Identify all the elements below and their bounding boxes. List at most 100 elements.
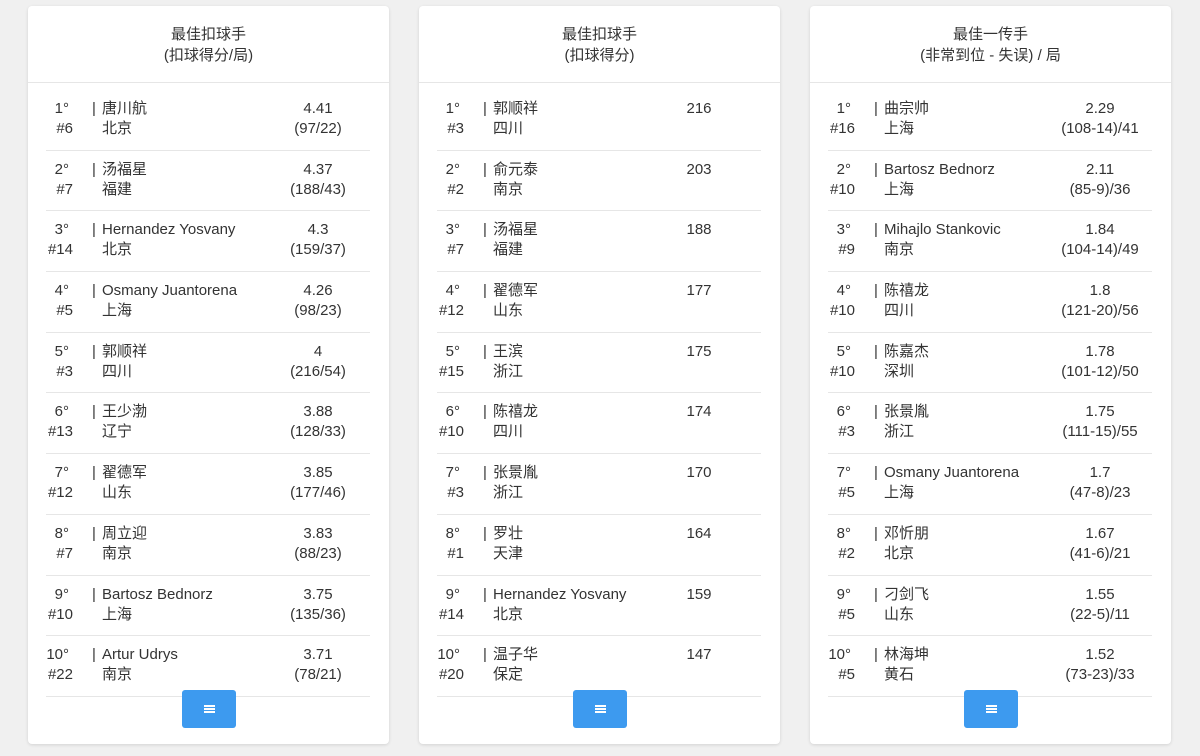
jersey-number: #16: [829, 120, 855, 137]
team-city: 深圳: [884, 362, 915, 380]
player-name: 王滨: [493, 342, 524, 360]
ranking-row[interactable]: 8° #1 | 罗壮 天津 164: [437, 515, 761, 576]
menu-lines-icon: [203, 704, 215, 714]
rank: 1°: [54, 100, 69, 117]
ranking-row[interactable]: 4° #12 | 翟德军 山东 177: [437, 272, 761, 333]
stat-detail: (88/23): [294, 544, 342, 562]
rank: 3°: [54, 221, 69, 239]
stat-value: 4.3: [307, 221, 329, 239]
more-button[interactable]: [573, 690, 627, 728]
ranking-row[interactable]: 3° #14 | Hernandez Yosvany 北京 4.3 (159/37): [46, 211, 370, 273]
card-title: 最佳扣球手: [561, 26, 637, 43]
rank: 5°: [54, 342, 69, 360]
separator: |: [483, 100, 487, 117]
leaderboard-card: 最佳一传手 (非常到位 - 失误) / 局 1° #16 | 曲宗帅 上海 2.29 (108-…: [810, 6, 1171, 744]
ranking-row[interactable]: 7° #12 | 翟德军 山东 3.85 (177/46): [46, 454, 370, 515]
jersey-number: #10: [829, 302, 855, 320]
card-header: 最佳扣球手 (扣球得分): [419, 6, 780, 83]
ranking-row[interactable]: 2° #10 | Bartosz Bednorz 上海 2.11 (85-9)/36: [828, 151, 1152, 212]
card-subtitle: (非常到位 - 失误) / 局: [920, 47, 1061, 64]
jersey-number: #22: [47, 666, 73, 684]
ranking-row[interactable]: 7° #3 | 张景胤 浙江 170: [437, 454, 761, 515]
ranking-row[interactable]: 4° #5 | Osmany Juantorena 上海 4.26 (98/23): [46, 272, 370, 333]
rank: 4°: [836, 282, 851, 300]
player-name: 刁剑飞: [884, 585, 930, 603]
stat-detail: (108-14)/41: [1061, 120, 1139, 137]
separator: |: [483, 585, 487, 603]
jersey-number: #13: [47, 423, 73, 441]
team-city: 天津: [493, 544, 524, 562]
rank: 4°: [54, 282, 69, 300]
ranking-row[interactable]: 3° #7 | 汤福星 福建 188: [437, 211, 761, 273]
separator: |: [483, 160, 487, 178]
ranking-row[interactable]: 9° #5 | 刁剑飞 山东 1.55 (22-5)/11: [828, 576, 1152, 637]
ranking-row[interactable]: 8° #2 | 邓忻朋 北京 1.67 (41-6)/21: [828, 515, 1152, 576]
stat-value: 3.71: [303, 646, 333, 664]
ranking-row[interactable]: 10° #22 | Artur Udrys 南京 3.71 (78/21): [46, 636, 370, 697]
separator: |: [92, 464, 96, 482]
team-city: 辽宁: [102, 423, 133, 441]
jersey-number: #7: [447, 241, 464, 259]
stat-value: 4: [313, 342, 323, 360]
player-name: Artur Udrys: [102, 646, 178, 664]
stat-value: 159: [686, 585, 712, 603]
more-button[interactable]: [182, 690, 236, 728]
separator: |: [874, 160, 878, 178]
rank: 7°: [445, 464, 460, 482]
separator: |: [92, 403, 96, 421]
ranking-row[interactable]: 3° #9 | Mihajlo Stankovic 南京 1.84 (104-14)/49: [828, 211, 1152, 273]
ranking-row[interactable]: 4° #10 | 陈禧龙 四川 1.8 (121-20)/56: [828, 272, 1152, 333]
more-button[interactable]: [964, 690, 1018, 728]
team-city: 上海: [102, 302, 133, 320]
card-subtitle: (扣球得分): [564, 47, 635, 64]
ranking-row[interactable]: 6° #10 | 陈禧龙 四川 174: [437, 393, 761, 455]
ranking-row[interactable]: 6° #3 | 张景胤 浙江 1.75 (111-15)/55: [828, 393, 1152, 455]
rank: 10°: [437, 646, 460, 664]
ranking-row[interactable]: 1° #16 | 曲宗帅 上海 2.29 (108-14)/41: [828, 90, 1152, 151]
rank: 3°: [445, 221, 460, 239]
card-header: 最佳扣球手 (扣球得分/局): [28, 6, 389, 83]
jersey-number: #3: [447, 484, 464, 502]
jersey-number: #2: [447, 180, 464, 198]
stat-value: 1.78: [1085, 342, 1115, 360]
ranking-row[interactable]: 7° #5 | Osmany Juantorena 上海 1.7 (47-8)/23: [828, 454, 1152, 515]
leaderboard-card: 最佳扣球手 (扣球得分) 1° #3 | 郭顺祥 四川 216 2° #2 | 俞元泰 南京 203 3° #…: [419, 6, 780, 744]
jersey-number: #2: [838, 544, 855, 562]
player-name: 林海坤: [884, 646, 930, 664]
jersey-number: #3: [838, 423, 855, 441]
ranking-row[interactable]: 1° #3 | 郭顺祥 四川 216: [437, 90, 761, 151]
stat-value: 175: [686, 342, 712, 360]
ranking-row[interactable]: 5° #10 | 陈嘉杰 深圳 1.78 (101-12)/50: [828, 333, 1152, 394]
rank: 10°: [828, 646, 851, 664]
ranking-row[interactable]: 10° #5 | 林海坤 黄石 1.52 (73-23)/33: [828, 636, 1152, 697]
team-city: 四川: [884, 302, 915, 320]
separator: |: [874, 646, 878, 664]
card-subtitle: (扣球得分/局): [163, 47, 254, 64]
player-name: 俞元泰: [493, 160, 539, 178]
jersey-number: #20: [438, 666, 464, 684]
player-name: 罗壮: [493, 524, 524, 542]
ranking-row[interactable]: 2° #2 | 俞元泰 南京 203: [437, 151, 761, 212]
team-city: 南京: [493, 180, 524, 198]
stat-detail: (128/33): [290, 423, 346, 441]
stat-value: 1.67: [1085, 524, 1115, 542]
ranking-row[interactable]: 6° #13 | 王少渤 辽宁 3.88 (128/33): [46, 393, 370, 455]
ranking-list: 1° #6 | 唐川航 北京 4.41 (97/22) 2° #7 | 汤福星 福建 4.37 (188/…: [46, 90, 370, 697]
ranking-row[interactable]: 9° #14 | Hernandez Yosvany 北京 159: [437, 576, 761, 637]
ranking-row[interactable]: 9° #10 | Bartosz Bednorz 上海 3.75 (135/36): [46, 576, 370, 637]
team-city: 北京: [884, 544, 915, 562]
ranking-row[interactable]: 5° #15 | 王滨 浙江 175: [437, 333, 761, 394]
ranking-row[interactable]: 1° #6 | 唐川航 北京 4.41 (97/22): [46, 90, 370, 151]
player-name: 唐川航: [102, 100, 148, 117]
ranking-row[interactable]: 8° #7 | 周立迎 南京 3.83 (88/23): [46, 515, 370, 576]
rank: 1°: [445, 100, 460, 117]
ranking-row[interactable]: 2° #7 | 汤福星 福建 4.37 (188/43): [46, 151, 370, 212]
ranking-row[interactable]: 5° #3 | 郭顺祥 四川 4 (216/54): [46, 333, 370, 394]
stat-value: 188: [686, 221, 712, 239]
ranking-row[interactable]: 10° #20 | 温子华 保定 147: [437, 636, 761, 697]
player-name: 王少渤: [102, 403, 148, 421]
stat-detail: (135/36): [290, 605, 346, 623]
team-city: 四川: [493, 120, 524, 137]
player-name: Bartosz Bednorz: [884, 160, 995, 178]
team-city: 黄石: [884, 666, 915, 684]
